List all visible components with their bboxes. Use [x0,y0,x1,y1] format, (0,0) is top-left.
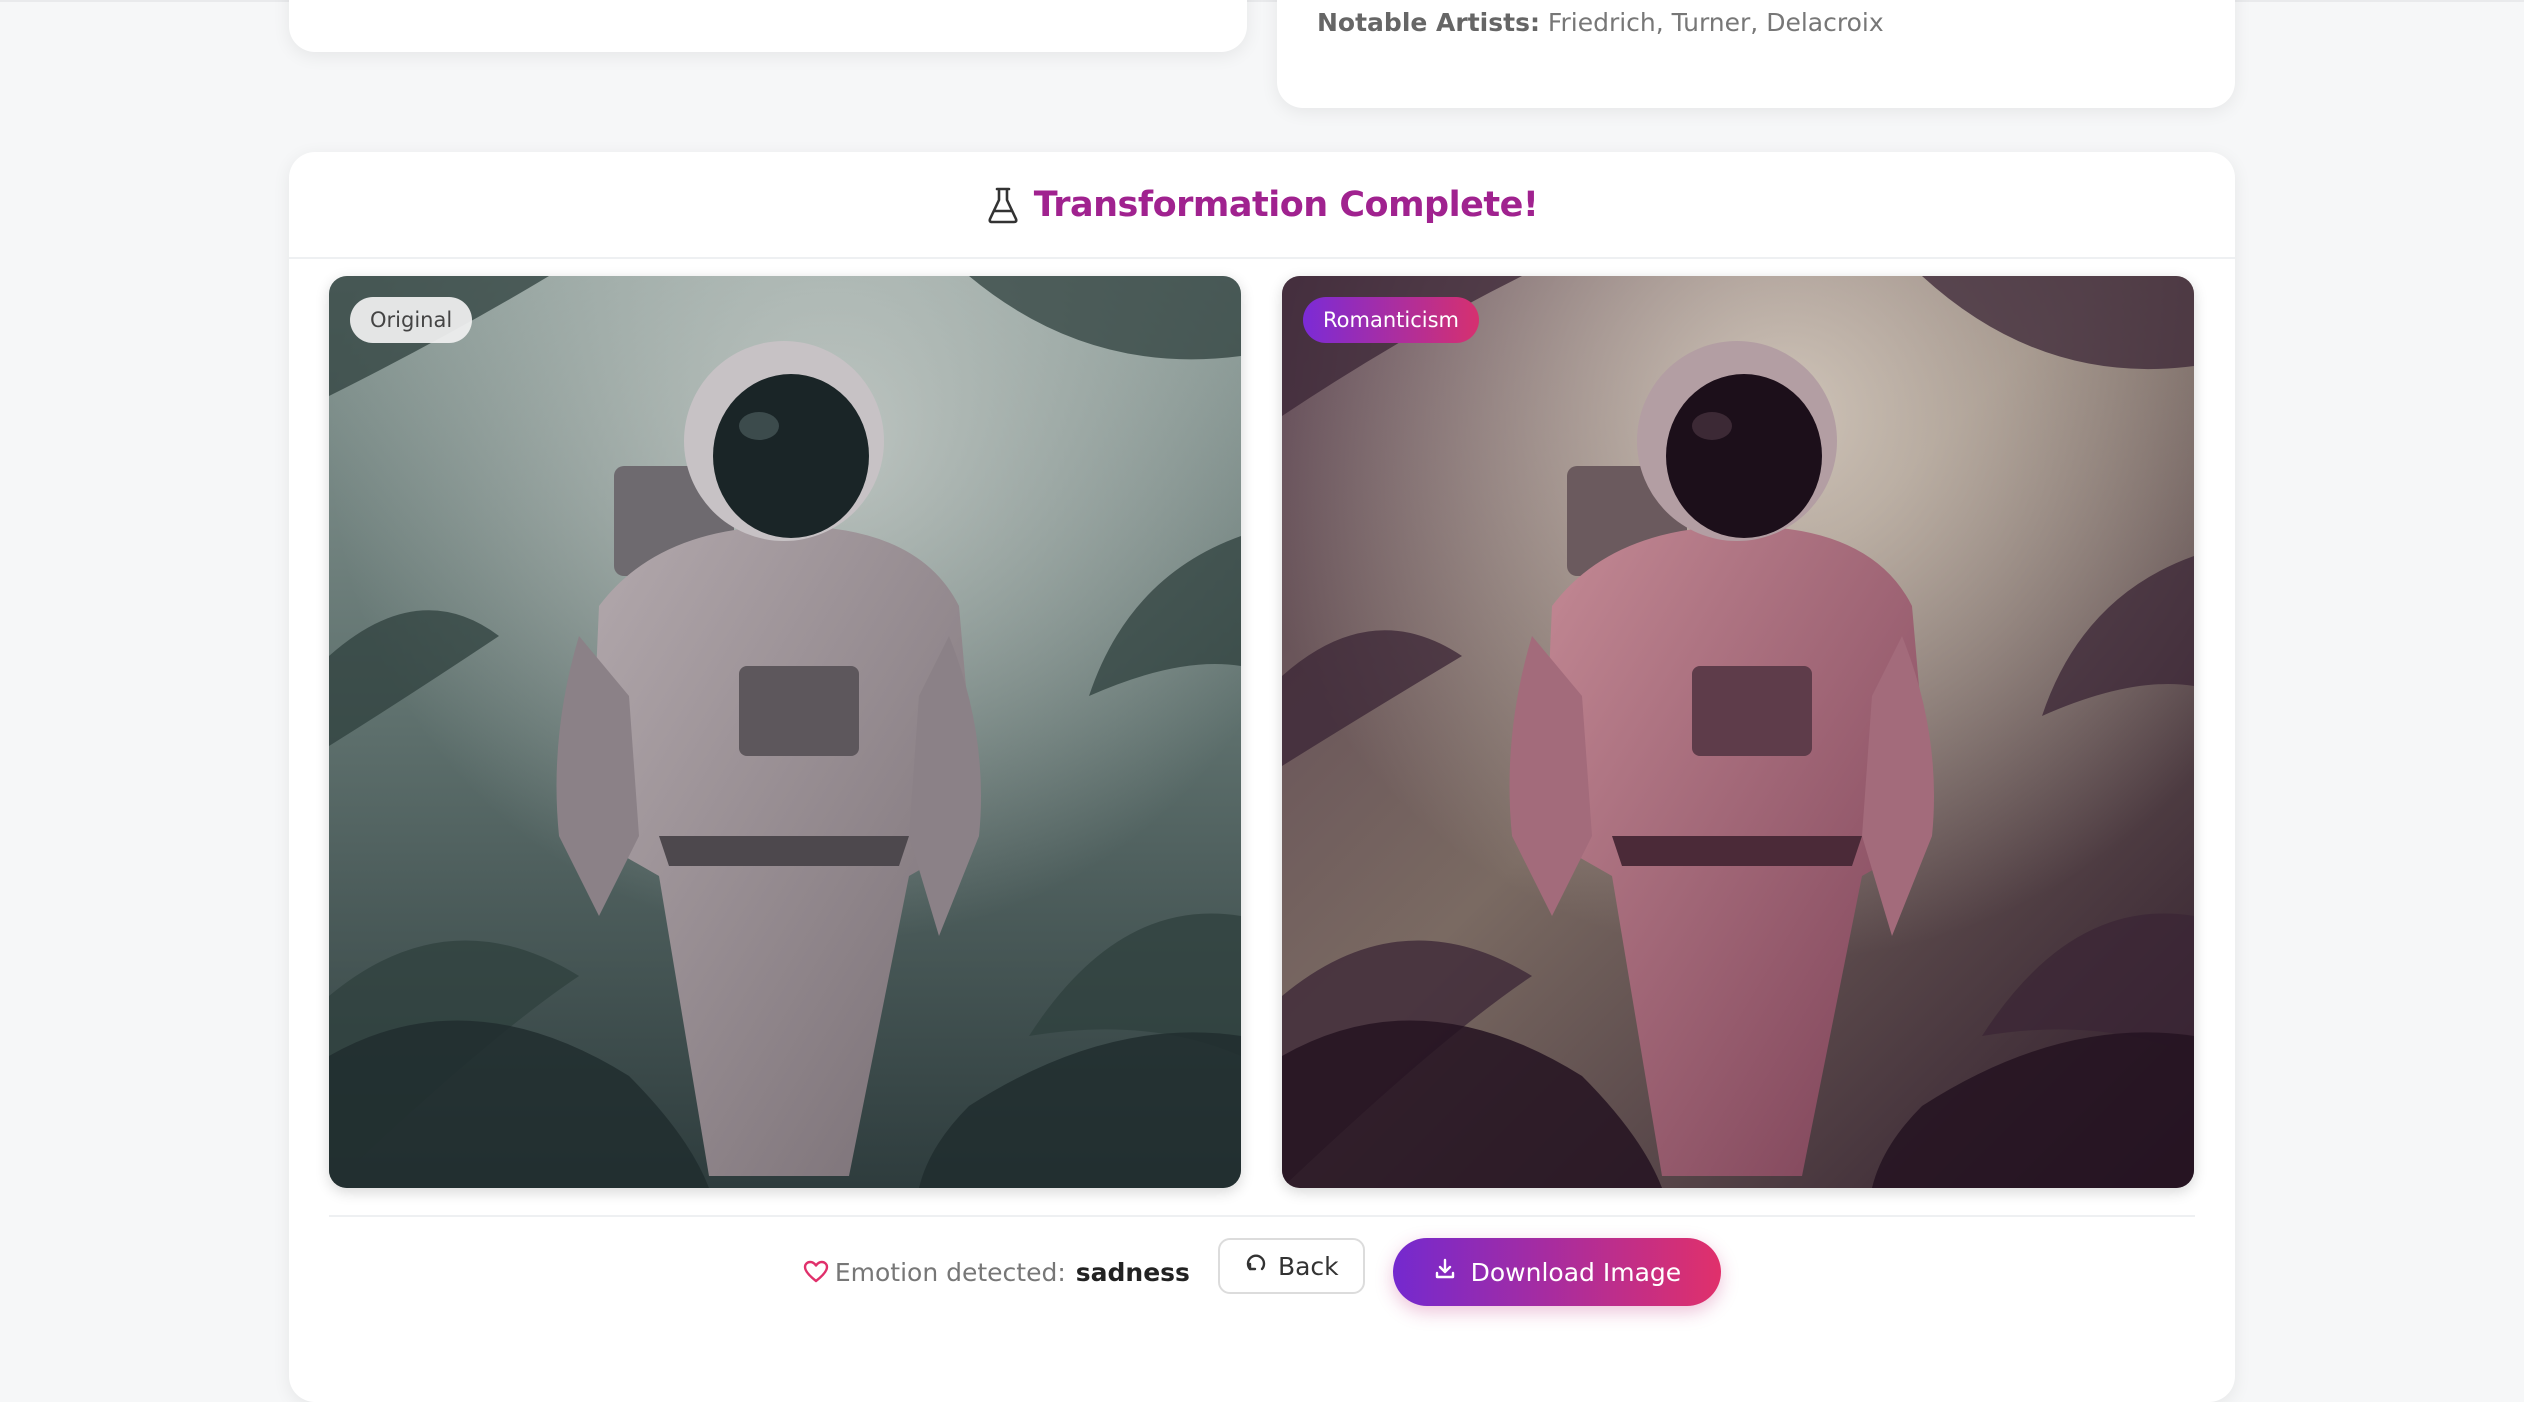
styled-image [1282,276,2194,1188]
notable-artists-value: Friedrich, Turner, Delacroix [1547,8,1884,37]
download-icon [1433,1257,1457,1287]
style-badge: Romanticism [1303,297,1479,343]
result-header: Transformation Complete! [289,152,2235,259]
emotion-detected: Emotion detected: sadness [803,1258,1190,1287]
previous-card [289,0,1247,52]
download-button-label: Download Image [1470,1257,1682,1287]
notable-artists: Notable Artists: Friedrich, Turner, Dela… [1317,8,1884,37]
styled-image-panel: Romanticism [1282,276,2194,1188]
refresh-icon [1244,1251,1268,1281]
footer-divider [329,1215,2195,1217]
original-badge: Original [350,297,473,343]
emotion-label: Emotion detected: [834,1257,1066,1287]
back-button[interactable]: Back [1217,1238,1365,1294]
result-card: Transformation Complete! Original Romant… [289,152,2235,1402]
original-image [329,276,1241,1188]
emotion-value: sadness [1075,1257,1190,1287]
download-image-button[interactable]: Download Image [1392,1238,1722,1306]
flask-icon [986,186,1020,224]
back-button-label: Back [1277,1251,1339,1281]
notable-artists-label: Notable Artists: [1317,8,1540,37]
result-footer: Emotion detected: sadness Back Download … [289,1237,2235,1307]
style-info-card: Notable Artists: Friedrich, Turner, Dela… [1277,0,2235,108]
original-image-panel: Original [329,276,1241,1188]
result-title: Transformation Complete! [1033,184,1539,225]
heart-icon [803,1260,829,1284]
